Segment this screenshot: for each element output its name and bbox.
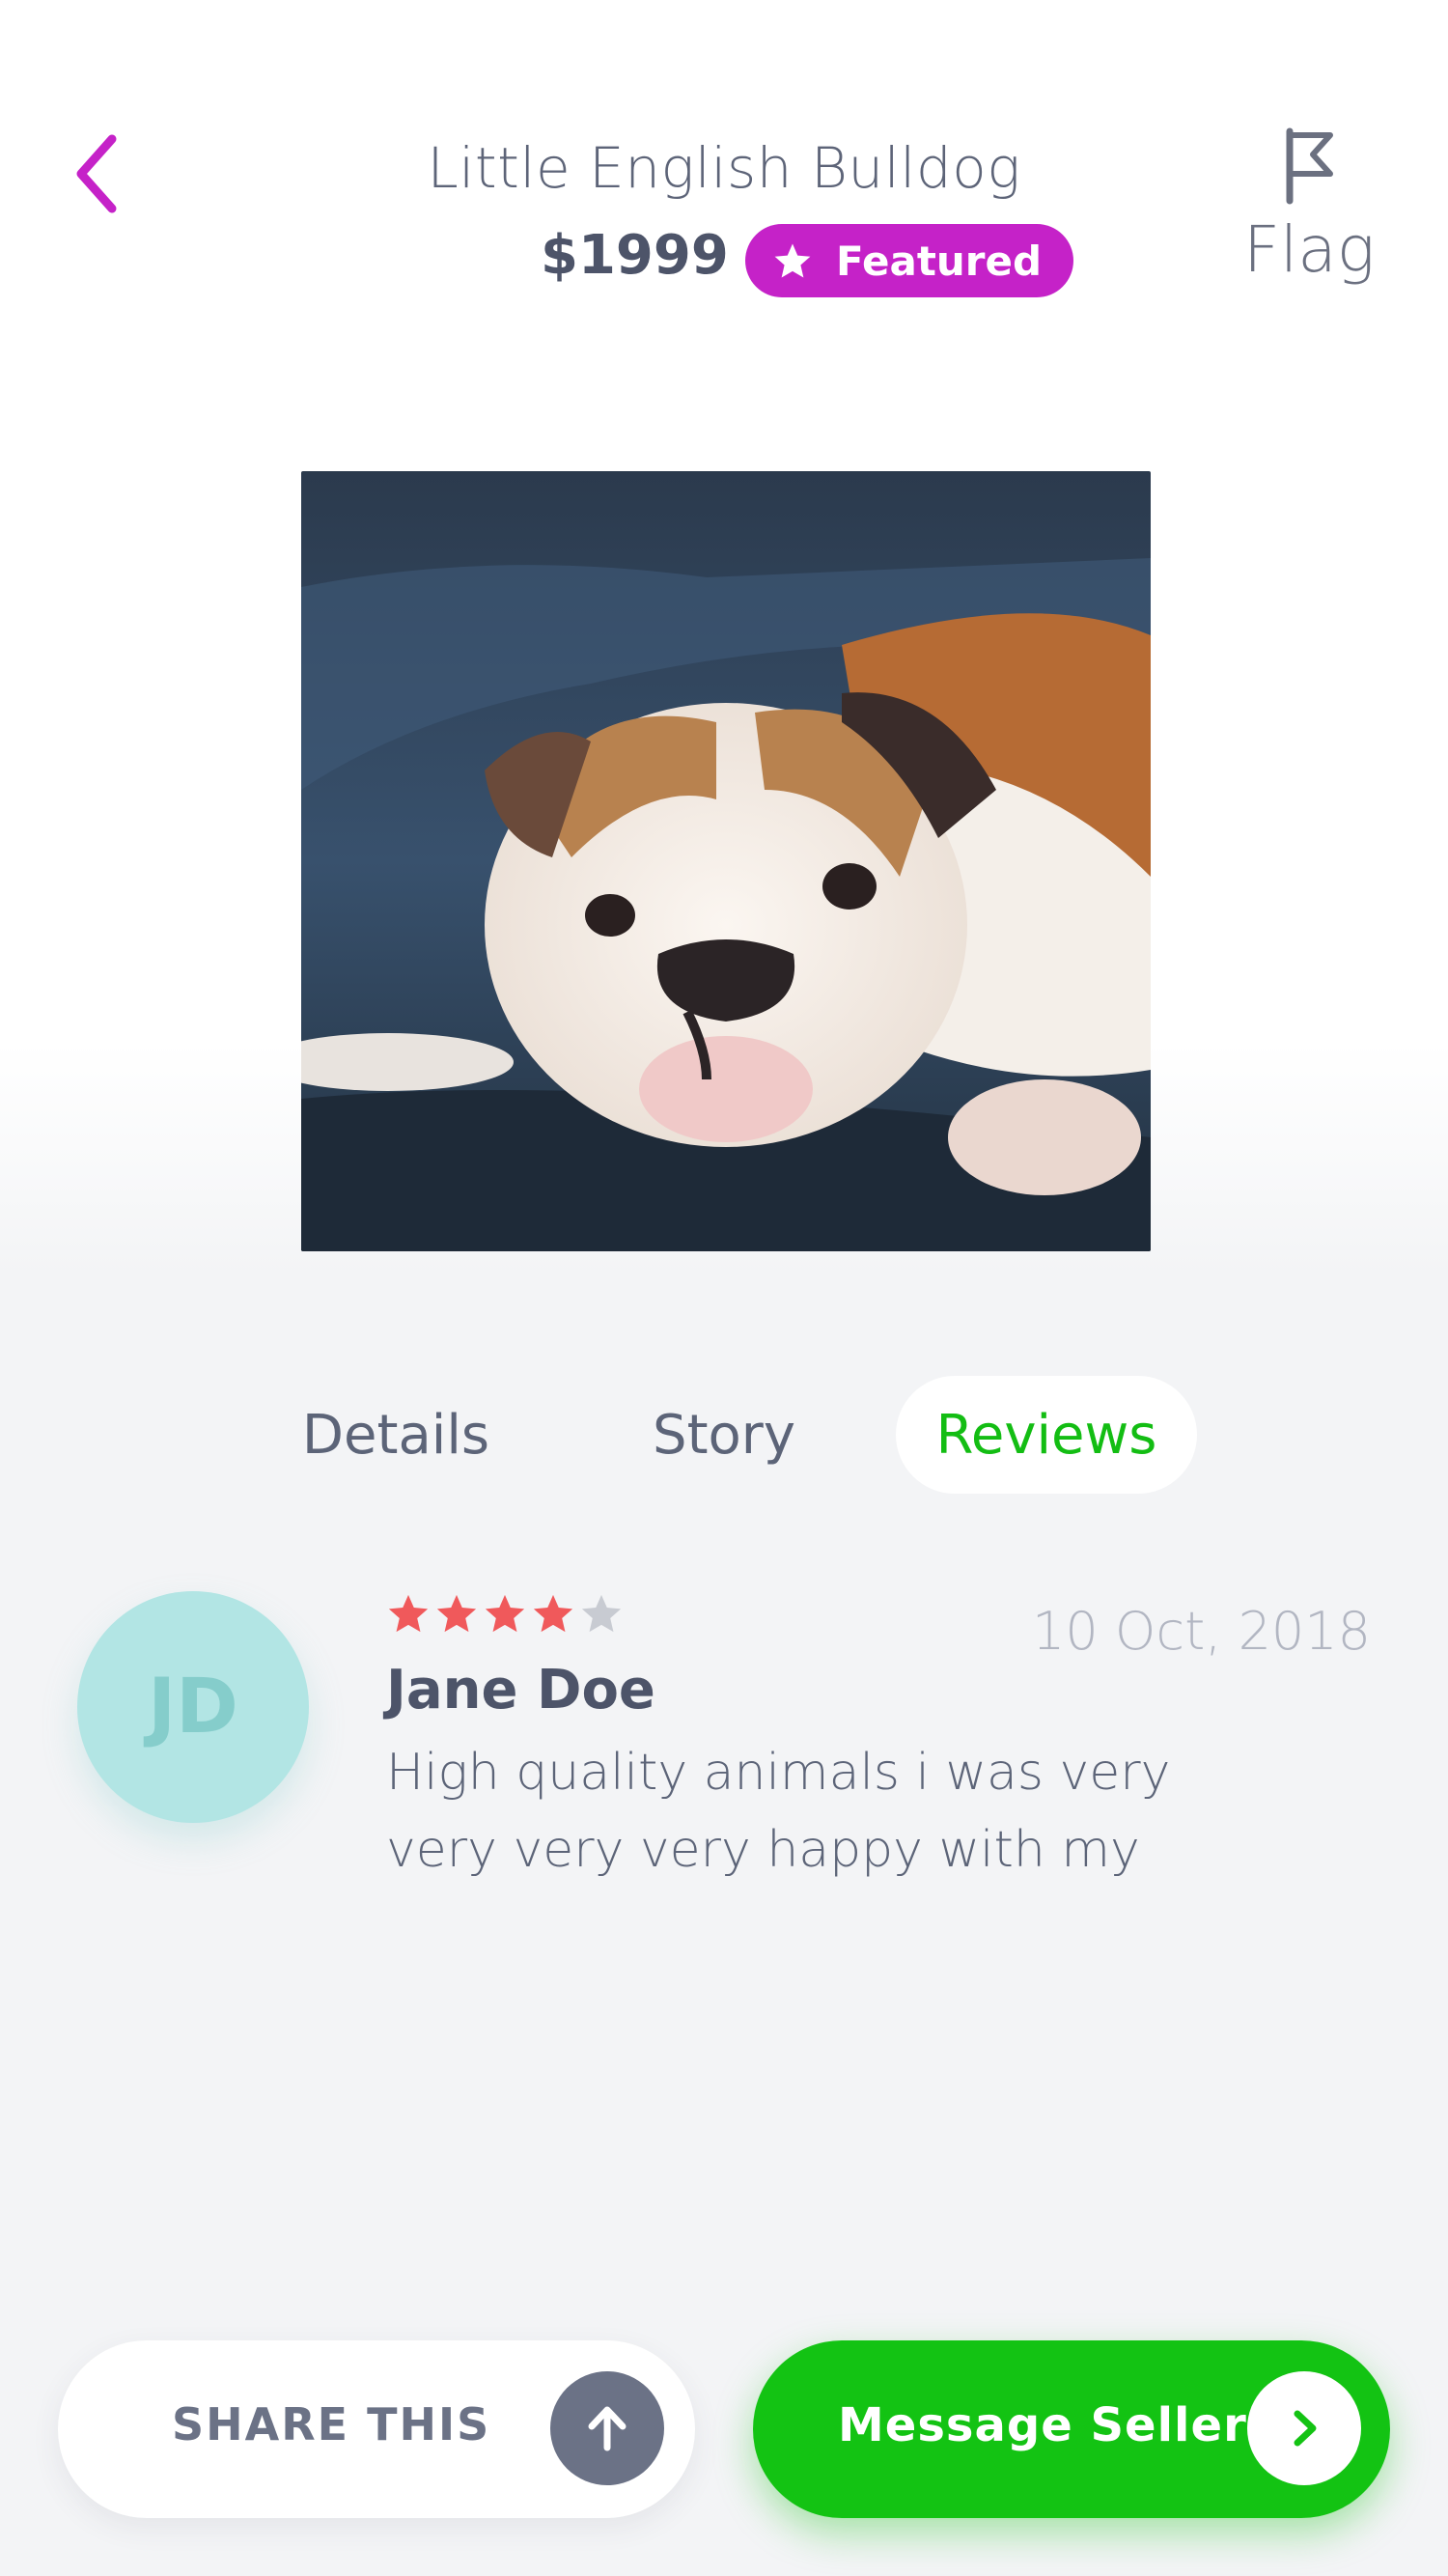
tab-story[interactable]: Story bbox=[599, 1376, 849, 1494]
featured-badge: Featured bbox=[745, 224, 1073, 297]
featured-label: Featured bbox=[836, 237, 1043, 285]
star-icon bbox=[772, 240, 813, 281]
tab-details[interactable]: Details bbox=[270, 1376, 521, 1494]
chevron-right-icon bbox=[1247, 2371, 1361, 2485]
rating-stars bbox=[386, 1591, 624, 1636]
review-text-line: High quality animals i was very bbox=[386, 1744, 1171, 1802]
share-button[interactable]: SHARE THIS bbox=[58, 2340, 695, 2518]
star-empty-icon bbox=[581, 1594, 622, 1633]
tab-reviews[interactable]: Reviews bbox=[896, 1376, 1197, 1494]
star-icon bbox=[485, 1594, 525, 1633]
review-text: High quality animals i was very very ver… bbox=[386, 1734, 1178, 1889]
flag-button[interactable]: Flag bbox=[1243, 212, 1375, 287]
share-label: SHARE THIS bbox=[172, 2398, 491, 2450]
star-icon bbox=[533, 1594, 573, 1633]
review-text-line: very very very happy with my bbox=[386, 1821, 1140, 1879]
listing-title: Little English Bulldog bbox=[427, 135, 1021, 201]
review-date: 10 Oct, 2018 bbox=[1032, 1601, 1371, 1662]
star-icon bbox=[436, 1594, 477, 1633]
arrow-up-icon bbox=[550, 2371, 664, 2485]
message-seller-button[interactable]: Message Seller bbox=[753, 2340, 1390, 2518]
message-seller-label: Message Seller bbox=[838, 2398, 1247, 2452]
star-icon bbox=[388, 1594, 429, 1633]
reviewer-name: Jane Doe bbox=[386, 1659, 655, 1722]
flag-icon[interactable] bbox=[1282, 127, 1340, 205]
avatar: JD bbox=[77, 1591, 309, 1823]
listing-price: $1999 bbox=[541, 224, 729, 287]
listing-photo bbox=[301, 471, 1151, 1251]
